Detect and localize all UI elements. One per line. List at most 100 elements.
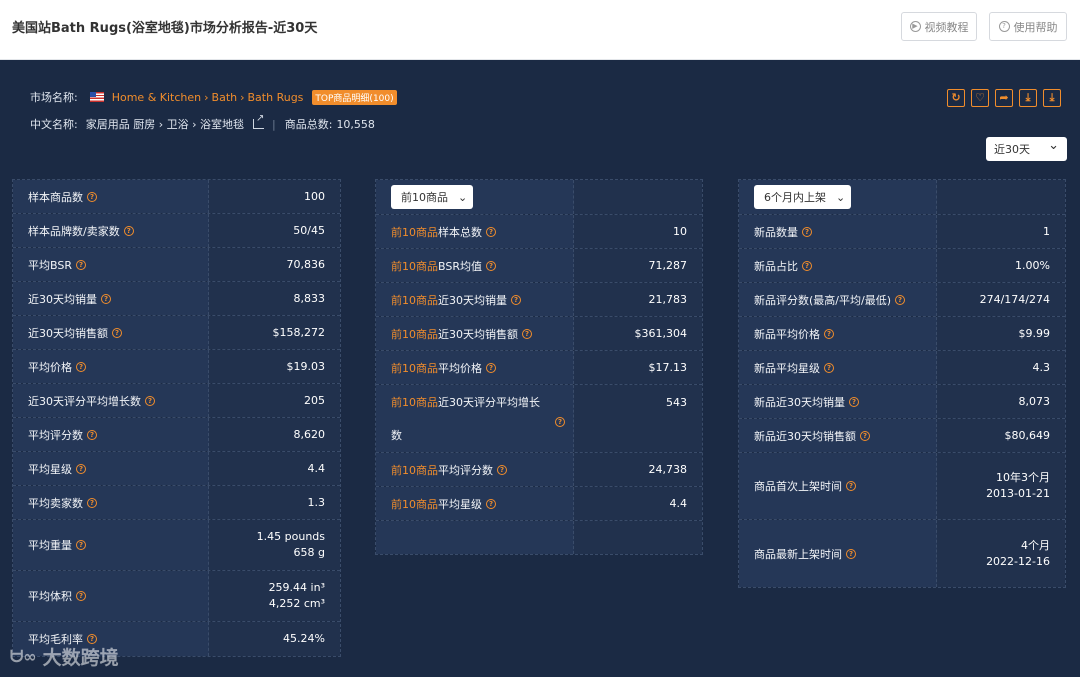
stat-label-cell: 平均重量? bbox=[13, 520, 209, 570]
help-question-icon[interactable]: ? bbox=[87, 429, 97, 440]
stat-label-cell: 近30天评分平均增长数? bbox=[13, 384, 209, 417]
stat-label: 新品近30天均销量 bbox=[754, 395, 845, 409]
refresh-icon[interactable]: ↻ bbox=[947, 89, 965, 107]
stat-value: 10 bbox=[673, 224, 687, 238]
help-question-icon[interactable]: ? bbox=[849, 396, 859, 407]
stat-label: 商品最新上架时间 bbox=[754, 547, 842, 561]
video-tutorial-button[interactable]: ▶ 视频教程 bbox=[901, 12, 977, 41]
stat-label-cell: 平均体积? bbox=[13, 571, 209, 621]
stat-row: 前10商品 近30天均销量? 21,783 bbox=[376, 283, 702, 317]
us-flag-icon bbox=[89, 92, 104, 102]
stat-row: 前10商品 平均星级? 4.4 bbox=[376, 487, 702, 521]
stat-label-cell: 新品平均价格? bbox=[739, 317, 937, 350]
help-question-icon[interactable]: ? bbox=[486, 362, 496, 373]
help-question-icon[interactable]: ? bbox=[486, 498, 496, 509]
stat-value: 1 bbox=[1043, 224, 1050, 238]
help-icon: ? bbox=[998, 21, 1010, 32]
stat-label-line: 数 bbox=[391, 419, 402, 452]
external-link-icon[interactable] bbox=[253, 113, 264, 129]
help-button[interactable]: ? 使用帮助 bbox=[989, 12, 1067, 41]
stat-row: 样本品牌数/卖家数? 50/45 bbox=[13, 214, 340, 248]
stat-row: 平均BSR? 70,836 bbox=[13, 248, 340, 282]
stat-label-prefix: 前10商品 bbox=[391, 497, 438, 511]
help-question-icon[interactable]: ? bbox=[824, 362, 834, 373]
help-question-icon[interactable]: ? bbox=[497, 464, 507, 475]
stat-label-prefix: 前10商品 bbox=[391, 327, 438, 341]
help-question-icon[interactable]: ? bbox=[522, 328, 532, 339]
stat-value-cell: 4.3 bbox=[937, 351, 1065, 384]
stat-label: 平均卖家数 bbox=[28, 496, 83, 510]
top10-panel: 前10商品 ⌄ 前10商品 样本总数? 10 前10商品 BSR均值? 71,287 前10… bbox=[375, 179, 703, 555]
stat-value-cell: 100 bbox=[209, 180, 340, 213]
stat-value: 24,738 bbox=[648, 462, 688, 476]
help-question-icon[interactable]: ? bbox=[87, 191, 97, 202]
market-label: 市场名称: bbox=[30, 91, 78, 104]
stat-row: 新品平均价格? $9.99 bbox=[739, 317, 1065, 351]
stat-label: BSR均值 bbox=[438, 259, 482, 273]
help-question-icon[interactable]: ? bbox=[802, 226, 812, 237]
stat-label: 近30天均销售额 bbox=[28, 326, 108, 340]
stat-label: 近30天评分平均增长数 bbox=[28, 394, 141, 408]
heart-icon[interactable]: ♡ bbox=[971, 89, 989, 107]
help-question-icon[interactable]: ? bbox=[75, 259, 86, 270]
help-question-icon[interactable]: ? bbox=[101, 293, 111, 304]
stat-label-cell: 前10商品 近30天均销量? bbox=[376, 283, 574, 316]
help-question-icon[interactable]: ? bbox=[802, 260, 812, 271]
crumb-home-kitchen[interactable]: Home & Kitchen bbox=[112, 91, 201, 104]
top-products-badge[interactable]: TOP商品明细(100) bbox=[312, 89, 397, 105]
stat-value-cell: 10年3个月 2013-01-21 bbox=[937, 453, 1065, 519]
help-question-icon[interactable]: ? bbox=[76, 540, 86, 550]
stat-label: 样本品牌数/卖家数 bbox=[28, 224, 120, 238]
stat-label: 新品占比 bbox=[754, 259, 798, 273]
stat-value: 4个月 bbox=[1021, 538, 1050, 552]
help-question-icon[interactable]: ? bbox=[860, 430, 870, 441]
help-question-icon[interactable]: ? bbox=[846, 481, 856, 491]
crumb-bath[interactable]: Bath bbox=[212, 91, 238, 104]
stat-value: $80,649 bbox=[1004, 428, 1051, 442]
stat-label-cell: 近30天均销量? bbox=[13, 282, 209, 315]
new-products-select[interactable]: 6个月内上架 ⌄ bbox=[754, 185, 852, 209]
stat-label-cell: 平均星级? bbox=[13, 452, 209, 485]
stat-label: 样本商品数 bbox=[28, 190, 83, 204]
help-question-icon[interactable]: ? bbox=[824, 328, 834, 339]
help-question-icon[interactable]: ? bbox=[486, 226, 496, 237]
help-question-icon[interactable]: ? bbox=[846, 548, 856, 559]
market-name-row: 市场名称: Home & Kitchen › Bath › Bath Rugs TOP商… bbox=[30, 89, 397, 105]
stat-value-cell: 8,073 bbox=[937, 385, 1065, 418]
stat-label: 平均价格 bbox=[438, 361, 482, 375]
help-question-icon[interactable]: ? bbox=[123, 225, 134, 236]
stat-value-cell: $9.99 bbox=[937, 317, 1065, 350]
download-icon[interactable]: ⤓ bbox=[1019, 89, 1037, 107]
help-question-icon[interactable]: ? bbox=[485, 260, 496, 271]
help-question-icon[interactable]: ? bbox=[112, 327, 122, 338]
help-question-icon[interactable]: ? bbox=[76, 463, 86, 474]
help-question-icon[interactable]: ? bbox=[511, 294, 521, 305]
stat-value: 1.45 pounds bbox=[256, 530, 325, 543]
stat-label-cell: 新品近30天均销量? bbox=[739, 385, 937, 418]
stat-label-cell: 新品近30天均销售额? bbox=[739, 419, 937, 452]
stat-label-cell: 前10商品 样本总数? bbox=[376, 215, 574, 248]
help-question-icon[interactable]: ? bbox=[555, 417, 565, 427]
top10-select[interactable]: 前10商品 ⌄ bbox=[391, 185, 474, 209]
help-question-icon[interactable]: ? bbox=[76, 361, 86, 372]
stat-value: 205 bbox=[304, 393, 325, 407]
help-question-icon[interactable]: ? bbox=[895, 294, 905, 305]
help-question-icon[interactable]: ? bbox=[87, 497, 97, 508]
crumb-bath-rugs[interactable]: Bath Rugs bbox=[248, 91, 304, 104]
share-icon[interactable]: ➦ bbox=[995, 89, 1013, 107]
stat-value: 100 bbox=[304, 189, 325, 203]
page-title: 美国站Bath Rugs(浴室地毯)市场分析报告-近30天 bbox=[12, 21, 318, 36]
stat-label-cell: 前10商品 平均星级? bbox=[376, 487, 574, 520]
help-question-icon[interactable]: ? bbox=[76, 591, 86, 601]
stat-value: 1.3 bbox=[307, 495, 326, 509]
new-products-select-label: 6个月内上架 bbox=[764, 191, 826, 204]
help-question-icon[interactable]: ? bbox=[145, 395, 155, 406]
stat-value-cell: 50/45 bbox=[209, 214, 340, 247]
export-icon[interactable]: ⤓ bbox=[1043, 89, 1061, 107]
stat-row: 商品最新上架时间? 4个月 2022-12-16 bbox=[739, 520, 1065, 587]
stat-value: 4.3 bbox=[1032, 360, 1051, 374]
stat-row: 前10商品近30天评分平均增长数? 543 bbox=[376, 385, 702, 453]
new-products-panel: 6个月内上架 ⌄ 新品数量? 1 新品占比? 1.00% 新品评分数(最高/平均/最低)… bbox=[738, 179, 1066, 588]
stat-value: 4.4 bbox=[307, 461, 326, 475]
period-select[interactable]: 近30天 bbox=[986, 137, 1067, 161]
